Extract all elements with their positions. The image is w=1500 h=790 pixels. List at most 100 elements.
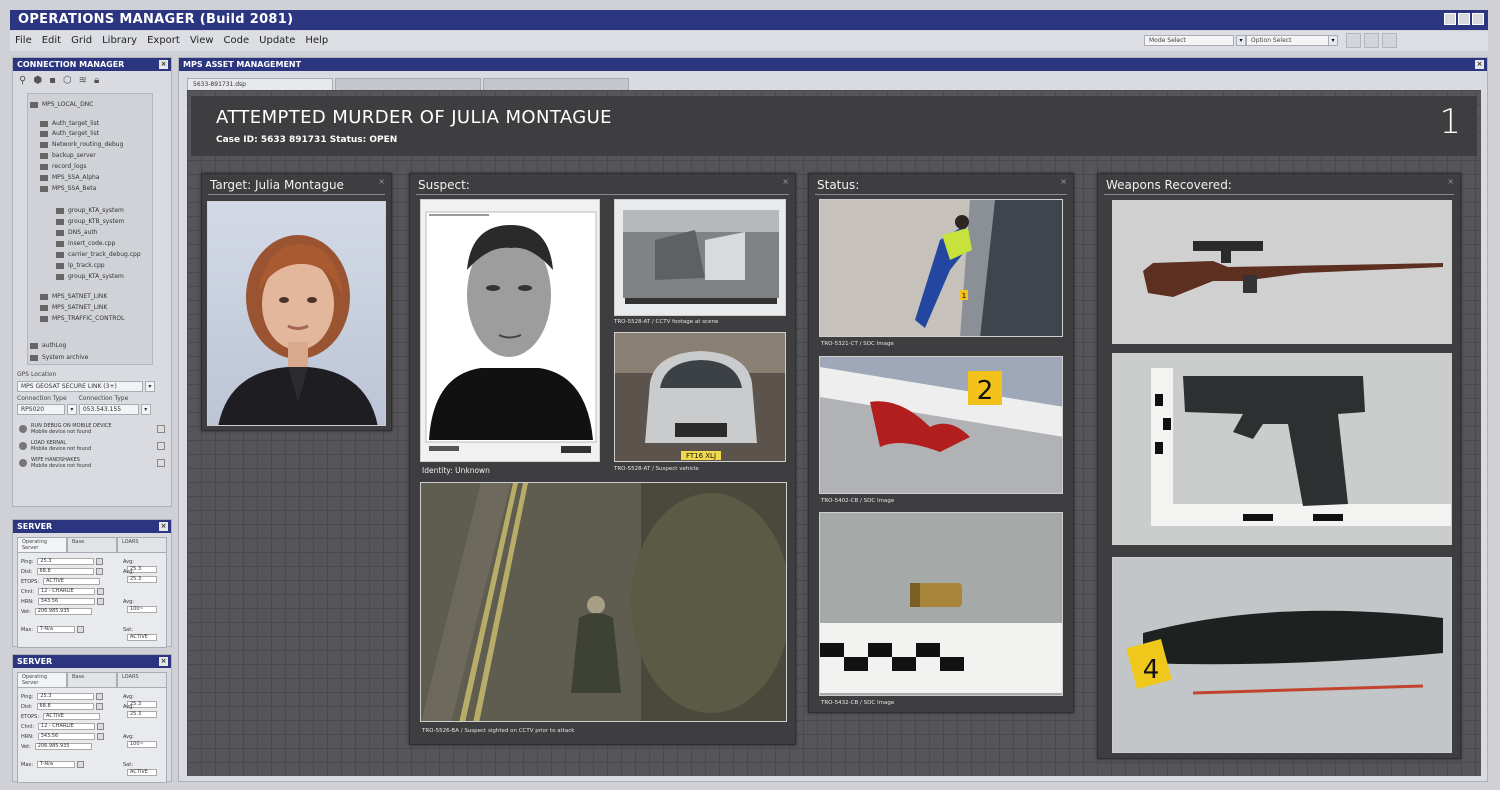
panel-title: CONNECTION MANAGER × [13, 58, 171, 71]
hrn-field: 343.56 [37, 598, 95, 605]
tab-base[interactable]: Base [67, 672, 117, 687]
board-number: 1 [1439, 102, 1461, 142]
tree-item[interactable]: record_logs [40, 162, 86, 171]
minimize-button[interactable] [1444, 13, 1456, 25]
toolbar-button-2[interactable] [1364, 33, 1379, 48]
tab-operating-server[interactable]: Operating Server [17, 537, 67, 552]
tree-subitem[interactable]: lp_track.cpp [56, 261, 105, 270]
tab-loars[interactable]: LOARS [117, 537, 167, 552]
close-icon[interactable]: × [782, 177, 789, 186]
tree-subitem[interactable]: group_KTA_system [56, 272, 124, 281]
tree-item[interactable]: authLog [30, 341, 66, 350]
menu-update[interactable]: Update [254, 31, 300, 51]
tab-empty[interactable] [335, 78, 481, 90]
chevron-down-icon[interactable]: ▾ [144, 381, 155, 392]
close-button[interactable] [1472, 13, 1484, 25]
run-button[interactable] [157, 442, 165, 450]
soc-caption-1: TRO-5321-CT / SOC Image [821, 341, 894, 347]
hexagon-icon[interactable]: ⬢ [33, 75, 42, 87]
toolbar-button-3[interactable] [1382, 33, 1397, 48]
chat-icon[interactable]: ▪ [49, 75, 56, 87]
suspect-sighting-image [420, 482, 787, 722]
close-icon[interactable]: × [378, 177, 385, 186]
menu-library[interactable]: Library [97, 31, 142, 51]
license-plate: FT16 XLJ [686, 452, 716, 460]
cube-icon[interactable]: ⬡ [63, 75, 72, 87]
menu-file[interactable]: File [10, 31, 37, 51]
search-icon[interactable]: ⚲ [19, 75, 26, 87]
command-load-kernal[interactable]: LOAD KERNAL Mobile device not found [17, 440, 167, 453]
cctv-scene-image [614, 199, 786, 316]
tree-subitem[interactable]: group_KTA_system [56, 206, 124, 215]
chevron-down-icon[interactable]: ▾ [66, 404, 77, 415]
layers-icon[interactable]: ≋ [79, 75, 87, 87]
vet-field: 206.985.935 [34, 743, 92, 750]
close-icon[interactable]: × [1060, 177, 1067, 186]
tab-document[interactable]: 5633-891731.dsp [187, 78, 333, 90]
tree-item[interactable]: Auth_target_list [40, 129, 99, 138]
target-card[interactable]: Target: Julia Montague × [201, 173, 392, 431]
soc-caption-2: TRO-5402-CB / SOC Image [821, 498, 895, 504]
close-icon[interactable]: × [1475, 60, 1484, 69]
gps-location-field[interactable]: MPS GEOSAT SECURE LINK (3+) [17, 381, 143, 392]
connection-address-field[interactable]: 053.543.155 [78, 404, 139, 415]
tree-item[interactable]: MPS_SATNET_LINK [40, 292, 107, 301]
weapons-card[interactable]: Weapons Recovered: × 4 [1097, 173, 1461, 759]
tree-root[interactable]: MPS_LOCAL_DNC [30, 100, 93, 109]
tree-item[interactable]: MPS_TRAFFIC_CONTROL [40, 314, 124, 323]
tree-subitem[interactable]: carrier_track_debug.cpp [56, 250, 141, 259]
maximize-button[interactable] [1458, 13, 1470, 25]
run-button[interactable] [157, 459, 165, 467]
run-button[interactable] [157, 425, 165, 433]
tab-operating-server[interactable]: Operating Server [17, 672, 67, 687]
tree-subitem[interactable]: group_KTB_system [56, 217, 124, 226]
ping-field: 25.3 [37, 558, 95, 565]
tree-item[interactable]: Network_routing_debug [40, 140, 123, 149]
tree-item[interactable]: backup_server [40, 151, 96, 160]
hexagon-icon [19, 425, 27, 433]
tree-item[interactable]: MPS_SATNET_LINK [40, 303, 107, 312]
close-icon[interactable]: × [1447, 177, 1454, 186]
tab-base[interactable]: Base [67, 537, 117, 552]
menu-export[interactable]: Export [142, 31, 185, 51]
avg-field: 25.3 [127, 576, 157, 583]
command-wipe-handshakes[interactable]: WIPE HANDSHAKES Mobile device not found [17, 457, 167, 470]
panel-title: MPS ASSET MANAGEMENT × [179, 58, 1487, 71]
chevron-down-icon[interactable]: ▾ [1236, 35, 1246, 46]
sat-field: ACTIVE [127, 634, 157, 641]
command-run-debug[interactable]: RUN DEBUG ON MOBILE DEVICE Mobile device … [17, 423, 167, 436]
lock-icon[interactable]: 🔒︎ [94, 75, 99, 87]
connection-type-field[interactable]: RPS020 [17, 404, 65, 415]
menu-edit[interactable]: Edit [37, 31, 66, 51]
tree-item[interactable]: MPS_SSA_Alpha [40, 173, 100, 182]
toolbar-button-1[interactable] [1346, 33, 1361, 48]
case-title: ATTEMPTED MURDER OF JULIA MONTAGUE [216, 107, 612, 128]
tab-loars[interactable]: LOARS [117, 672, 167, 687]
close-icon[interactable]: × [159, 60, 168, 69]
chevron-down-icon[interactable]: ▾ [140, 404, 151, 415]
menu-view[interactable]: View [185, 31, 219, 51]
cctv-scene-caption: TRO-5528-AT / CCTV footage at scene [614, 319, 719, 325]
tree-item[interactable]: Auth_target_list [40, 119, 99, 128]
menu-grid[interactable]: Grid [66, 31, 97, 51]
tree-subitem[interactable]: DNS_auth [56, 228, 98, 237]
menu-code[interactable]: Code [219, 31, 255, 51]
menu-help[interactable]: Help [300, 31, 333, 51]
tree-item[interactable]: MPS_SSA_Beta [40, 184, 96, 193]
max-field: T-N/a [37, 761, 76, 768]
evidence-marker-4: 4 [1143, 655, 1160, 685]
close-icon[interactable]: × [159, 522, 168, 531]
suspect-card[interactable]: Suspect: × Identity: Unknown TRO-5528-AT… [409, 173, 796, 745]
status-card[interactable]: Status: × 1 TRO-5321-CT / SOC Image 2 TR… [808, 173, 1074, 713]
chevron-down-icon[interactable]: ▾ [1328, 35, 1338, 46]
server-stats: Ping: 25.3 Dist: 68.8 ETOPS: ACTIVE Chnl: 12… [17, 552, 167, 648]
mode-select[interactable]: Mode Select [1144, 35, 1234, 46]
tree-item[interactable]: System archive [30, 353, 88, 362]
close-icon[interactable]: × [159, 657, 168, 666]
avg-field: 100~ [127, 741, 157, 748]
max-field: T-N/a [37, 626, 76, 633]
option-select[interactable]: Option Select [1246, 35, 1336, 46]
tab-empty[interactable] [483, 78, 629, 90]
tree-subitem[interactable]: insert_code.cpp [56, 239, 115, 248]
panel-title: SERVER × [13, 520, 171, 533]
